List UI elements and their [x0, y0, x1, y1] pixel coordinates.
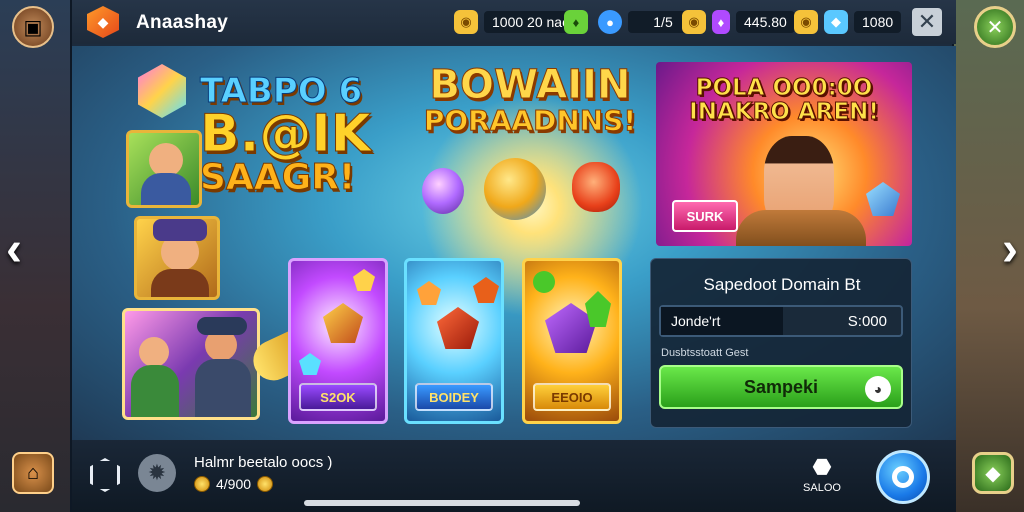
gem-icon [299, 353, 321, 375]
hero-armor [131, 365, 179, 417]
coin-value: 4/900 [216, 476, 252, 492]
donate-hint: Dusbtsstoatt Gest [661, 347, 749, 359]
ring-icon [892, 466, 914, 488]
hero-armor [151, 269, 209, 297]
map-pin-icon: ⬣ [812, 454, 832, 479]
hero-card-warrior[interactable] [126, 130, 202, 208]
gold-coin-icon: ◉ [454, 10, 478, 34]
gear-icon[interactable]: ✹ [138, 454, 176, 492]
promo-title-line1: POLA OO0:0O [695, 75, 873, 101]
blue-crystal-icon [866, 182, 900, 216]
donate-button-label: Sampeki [743, 376, 819, 397]
prev-arrow-icon[interactable]: ‹ [6, 222, 22, 277]
hero-portrait [139, 337, 169, 367]
event-logo-line1: TABPO 6 [200, 71, 363, 111]
donate-amount-field[interactable]: Jonde'rt S:000 [659, 305, 903, 337]
promo-banner[interactable]: POLA OO0:0O INAKRO AREN! SURK [656, 62, 912, 246]
loot-card-gold[interactable]: EEOIO [522, 258, 622, 424]
hero-card-knight[interactable] [134, 216, 220, 300]
event-logo: TABPO 6 B.@IK SAAGR! [200, 71, 400, 198]
top-bar: ◆ Anaashay ◉ 1000 20 nao ♦ ● 1/5 ◉ ♦ 445… [72, 0, 956, 44]
hat-icon[interactable]: ⌂ [12, 452, 54, 494]
resource-crystal[interactable]: ◉ ◆ 1080 [794, 9, 902, 35]
green-gem-icon: ♦ [564, 10, 588, 34]
map-button[interactable]: ⬣ SALOO [802, 454, 842, 496]
key-icon [437, 307, 479, 349]
event-logo-line2: B.@IK [200, 104, 372, 164]
resource-value: 445.80 [736, 11, 795, 33]
gem-icon [417, 281, 441, 305]
map-label: SALOO [803, 482, 841, 494]
fox-pet-icon [572, 162, 620, 212]
primary-action-button[interactable] [876, 450, 930, 504]
resource-value: 1080 [854, 11, 902, 33]
loot-button[interactable]: EEOIO [533, 383, 611, 411]
promo-button[interactable]: SURK [672, 200, 738, 232]
gem-icon [473, 277, 499, 303]
loot-button[interactable]: S2OK [299, 383, 377, 411]
coin-icon [533, 271, 555, 293]
main-panel: ◆ Anaashay ◉ 1000 20 nao ♦ ● 1/5 ◉ ♦ 445… [70, 0, 956, 512]
resource-gold-2[interactable]: ◉ ♦ 445.80 [682, 9, 795, 35]
app-logo-icon: ◆ [87, 6, 119, 38]
blue-crystal-icon: ◆ [824, 10, 848, 34]
hero-card-duo[interactable] [122, 308, 260, 420]
promo-title-line2: INAKRO AREN! [689, 99, 880, 126]
coin-counter: 4/900 [194, 476, 274, 492]
coin-icon [194, 476, 210, 492]
headline-line1: BOWAIIN [429, 62, 631, 108]
coin-icon [257, 476, 274, 492]
chest-icon[interactable]: ▣ [12, 6, 54, 48]
event-logo-line3: SAAGR! [200, 157, 356, 198]
hexagon-gem-icon [138, 64, 186, 118]
warrior-helmet-icon [323, 303, 363, 343]
gem-icon [353, 269, 375, 291]
hero-armor [141, 173, 191, 205]
promo-hero-armor [736, 210, 866, 246]
settings-x-icon[interactable]: ✕ [974, 6, 1016, 48]
donate-panel: Sapedoot Domain Bt Jonde'rt S:000 Dusbts… [650, 258, 912, 428]
blue-orb-icon: ● [598, 10, 622, 34]
gold-coin-icon: ◉ [794, 10, 818, 34]
resource-green-gem[interactable]: ♦ [564, 9, 588, 35]
balloon-icon [422, 168, 464, 214]
hero-portrait [149, 143, 183, 177]
smile-icon: ◕ [865, 376, 891, 402]
promo-title: POLA OO0:0O INAKRO AREN! [668, 75, 900, 126]
headline-line2: PORAADNNS! [423, 104, 637, 137]
donate-title: Sapedoot Domain Bt [703, 275, 861, 294]
event-stage: TABPO 6 B.@IK SAAGR! BOWAIIN PORAADNNS! … [72, 46, 956, 440]
player-label: Halmr beetalo oocs ) [194, 454, 333, 471]
donate-confirm-button[interactable]: Sampeki ◕ [659, 365, 903, 409]
loot-button[interactable]: BOIDEY [415, 383, 493, 411]
hexagon-menu-icon[interactable] [90, 458, 120, 492]
game-screen: ▣ ⌂ ✕ ◆ ‹ › ◆ Anaashay ◉ 1000 20 nao ♦ ●… [0, 0, 1024, 512]
gold-coin-icon: ◉ [682, 10, 706, 34]
event-headline: BOWAIIN PORAADNNS! [420, 62, 640, 137]
next-arrow-icon[interactable]: › [1002, 222, 1018, 277]
shield-icon[interactable]: ◆ [972, 452, 1014, 494]
close-button[interactable]: ✕ [912, 8, 942, 36]
app-title: Anaashay [136, 12, 229, 33]
hero-armor [195, 359, 251, 417]
donate-field-label: Jonde'rt [661, 307, 783, 335]
magic-orb-icon [484, 158, 546, 220]
purple-gem-icon: ♦ [712, 10, 730, 34]
home-indicator[interactable] [304, 500, 580, 506]
loot-card-blue[interactable]: BOIDEY [404, 258, 504, 424]
hero-hat [197, 317, 247, 335]
loot-card-purple[interactable]: S2OK [288, 258, 388, 424]
donate-field-value: S:000 [847, 312, 887, 330]
hero-helmet [153, 219, 207, 241]
resource-gold[interactable]: ◉ 1000 20 nao [454, 9, 578, 35]
